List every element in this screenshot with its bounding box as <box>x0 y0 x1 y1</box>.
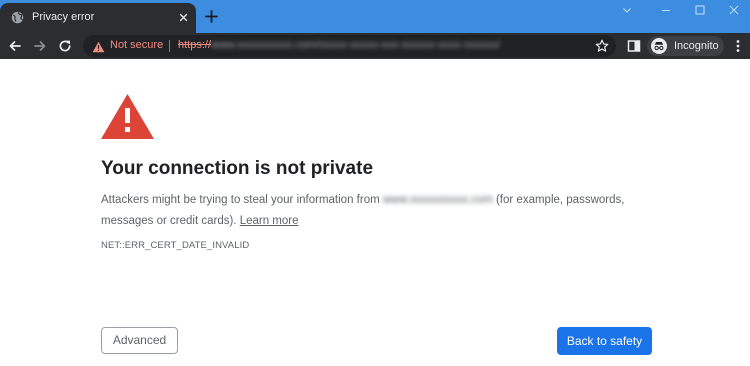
side-panel-icon[interactable] <box>625 37 643 55</box>
more-vert-icon[interactable] <box>729 37 747 55</box>
url-scheme: https:// <box>178 39 212 51</box>
url-text: www.xxxxxxxxxx.com/xxxxx-xxxxx-xxx-xxxxx… <box>211 39 501 51</box>
chevron-down-icon[interactable] <box>620 3 634 17</box>
tab-strip: Privacy error <box>0 0 750 33</box>
plus-icon[interactable] <box>203 8 220 25</box>
toolbar: Not secure https:// www.xxxxxxxxxx.com/x… <box>0 33 750 59</box>
divider <box>169 40 170 52</box>
back-arrow-icon[interactable] <box>6 37 24 55</box>
close-icon[interactable] <box>727 3 741 17</box>
forward-arrow-icon[interactable] <box>31 37 49 55</box>
tab-privacy-error[interactable]: Privacy error <box>0 3 196 33</box>
incognito-label: Incognito <box>674 40 719 52</box>
site-domain: www.xxxxxxxxxx.com <box>382 194 493 206</box>
incognito-icon <box>651 38 667 54</box>
address-bar[interactable]: Not secure https:// www.xxxxxxxxxx.com/x… <box>83 35 616 57</box>
incognito-profile-button[interactable]: Incognito <box>647 36 724 56</box>
warning-triangle-icon <box>100 93 155 140</box>
security-status[interactable]: Not secure <box>110 39 163 51</box>
error-description: Attackers might be trying to steal your … <box>101 190 646 232</box>
description-text: Attackers might be trying to steal your … <box>101 194 383 206</box>
star-icon[interactable] <box>595 39 609 53</box>
page-title: Your connection is not private <box>101 158 374 179</box>
advanced-button[interactable]: Advanced <box>101 327 178 354</box>
close-icon[interactable] <box>176 10 191 25</box>
back-to-safety-button[interactable]: Back to safety <box>557 327 652 355</box>
error-code: NET::ERR_CERT_DATE_INVALID <box>101 240 250 251</box>
learn-more-link[interactable]: Learn more <box>240 215 299 227</box>
tab-title: Privacy error <box>32 11 95 23</box>
maximize-icon[interactable] <box>693 3 707 17</box>
warning-triangle-icon[interactable] <box>92 40 105 53</box>
globe-icon <box>11 11 24 24</box>
reload-icon[interactable] <box>56 37 74 55</box>
minimize-icon[interactable] <box>659 3 673 17</box>
